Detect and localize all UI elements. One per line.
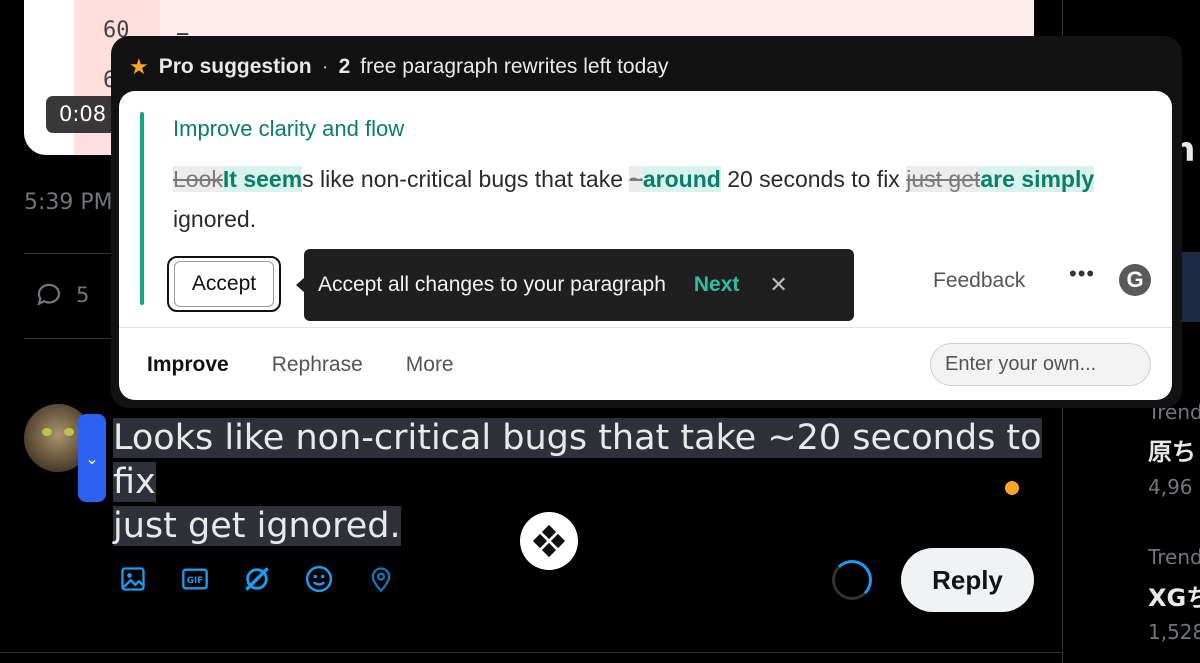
trend-title: 原ち	[1148, 438, 1196, 466]
grammarly-logo-icon[interactable]: G	[1119, 264, 1151, 296]
trend-title: XGち	[1148, 584, 1200, 612]
reply-count[interactable]: 5	[34, 280, 89, 310]
suggestion-tabs: Improve Rephrase More	[147, 353, 454, 377]
deleted-text: ~	[629, 166, 643, 192]
divider	[0, 652, 1062, 653]
character-count-ring	[832, 560, 872, 600]
compose-text-line: Looks like non-critical bugs that take ~…	[113, 418, 1042, 502]
location-icon	[371, 567, 391, 593]
accept-label: Accept	[173, 261, 275, 307]
compose-textbox[interactable]: Looks like non-critical bugs that take ~…	[113, 416, 1053, 548]
tab-improve[interactable]: Improve	[147, 353, 229, 377]
svg-text:GIF: GIF	[187, 576, 203, 586]
inserted-text: are simply	[980, 166, 1095, 192]
grammarly-floating-button[interactable]	[520, 512, 578, 570]
suggestion-text: LookIt seems like non-critical bugs that…	[173, 159, 1133, 239]
trend-label: Trend	[1148, 545, 1200, 569]
avatar-eye	[42, 428, 52, 436]
unchanged-text: ignored.	[173, 206, 257, 232]
star-icon: ★	[129, 54, 149, 79]
divider	[119, 327, 1172, 328]
image-icon	[121, 567, 145, 591]
close-icon[interactable]: ✕	[769, 272, 787, 298]
unchanged-text: s like non-critical bugs that take	[302, 166, 630, 192]
grok-button[interactable]	[240, 562, 274, 596]
grammarly-status-dot[interactable]	[1003, 479, 1021, 497]
tooltip-text: Accept all changes to your paragraph	[318, 273, 666, 296]
custom-prompt-input[interactable]	[930, 343, 1151, 386]
pro-suggestion-label: Pro suggestion	[158, 55, 312, 78]
gif-button[interactable]: GIF	[178, 562, 212, 596]
tab-rephrase[interactable]: Rephrase	[272, 353, 363, 377]
tab-more[interactable]: More	[406, 353, 454, 377]
emoji-button[interactable]	[302, 562, 336, 596]
rewrites-text: free paragraph rewrites left today	[360, 55, 669, 78]
accept-tooltip: Accept all changes to your paragraph Nex…	[296, 249, 854, 321]
compose-text-line: just get ignored.	[113, 506, 401, 546]
accept-button[interactable]: Accept	[167, 256, 281, 312]
trend-count: 4,96	[1148, 475, 1193, 499]
grammarly-expand-handle[interactable]: ⌄	[78, 414, 106, 502]
inserted-text: around	[642, 166, 721, 192]
reply-button[interactable]: Reply	[901, 548, 1034, 612]
grammarly-diamond-icon	[532, 524, 566, 558]
unchanged-text: 20 seconds to fix	[720, 166, 907, 192]
trend-count: 1,528	[1148, 620, 1200, 644]
avatar-eye	[64, 428, 74, 436]
suggestion-title: Improve clarity and flow	[173, 116, 405, 141]
location-button[interactable]	[364, 562, 398, 596]
deleted-text: Look	[173, 166, 223, 192]
reply-count-value: 5	[76, 283, 90, 307]
grammarly-popup: ★ Pro suggestion · 2 free paragraph rewr…	[111, 36, 1182, 408]
media-button[interactable]	[116, 562, 150, 596]
gif-icon: GIF	[182, 568, 208, 590]
more-options-icon[interactable]: •••	[1069, 261, 1095, 287]
tweet-timestamp[interactable]: 5:39 PM	[24, 190, 113, 215]
inserted-text: It seem	[222, 166, 303, 192]
chevron-down-icon: ⌄	[85, 448, 99, 468]
grok-icon	[245, 567, 269, 591]
video-timestamp: 0:08	[46, 96, 120, 133]
deleted-text: just get	[906, 166, 981, 192]
compose-toolbar: GIF	[116, 562, 398, 596]
rewrites-count: 2	[338, 55, 351, 78]
tooltip-next-button[interactable]: Next	[694, 273, 740, 297]
reply-icon	[37, 283, 61, 306]
suggestion-card: Improve clarity and flow LookIt seems li…	[119, 91, 1172, 400]
separator: ·	[321, 55, 329, 78]
emoji-icon	[305, 565, 333, 593]
card-accent-bar	[140, 112, 144, 305]
feedback-link[interactable]: Feedback	[933, 269, 1025, 293]
popup-header: ★ Pro suggestion · 2 free paragraph rewr…	[129, 54, 668, 80]
